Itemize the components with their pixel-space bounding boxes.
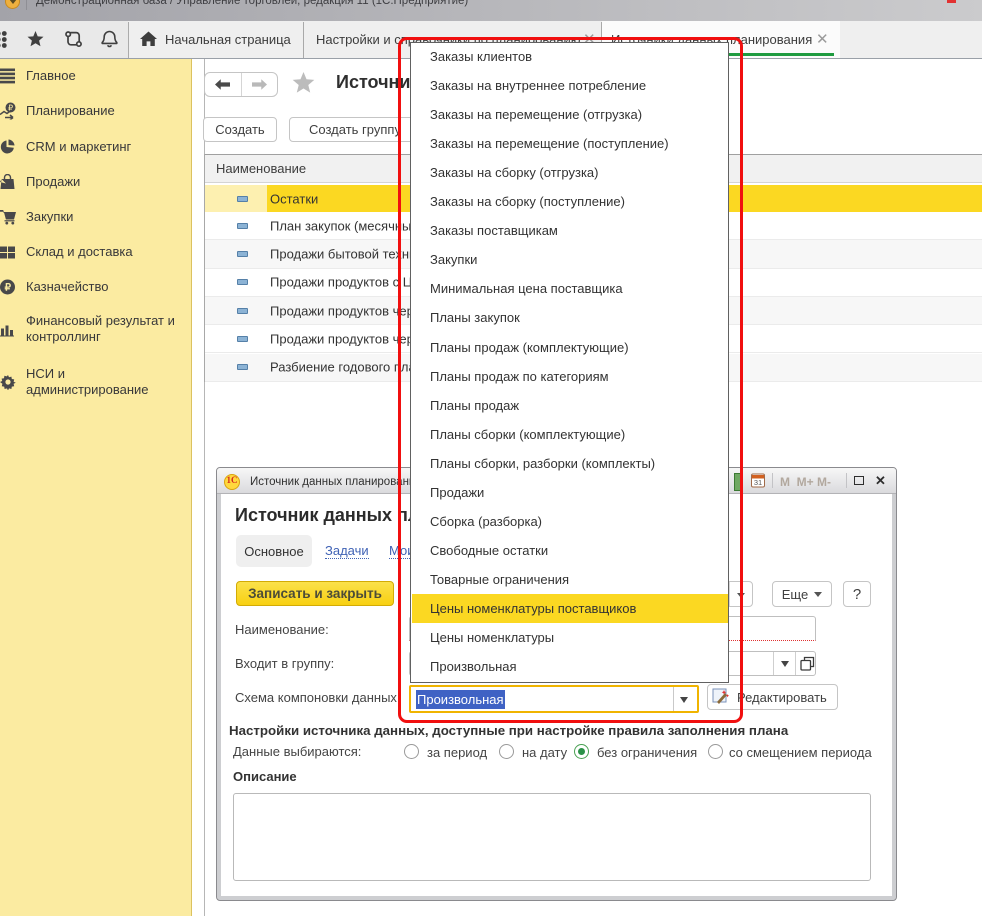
svg-text:₽: ₽ (5, 283, 12, 294)
svg-text:31: 31 (754, 478, 762, 487)
